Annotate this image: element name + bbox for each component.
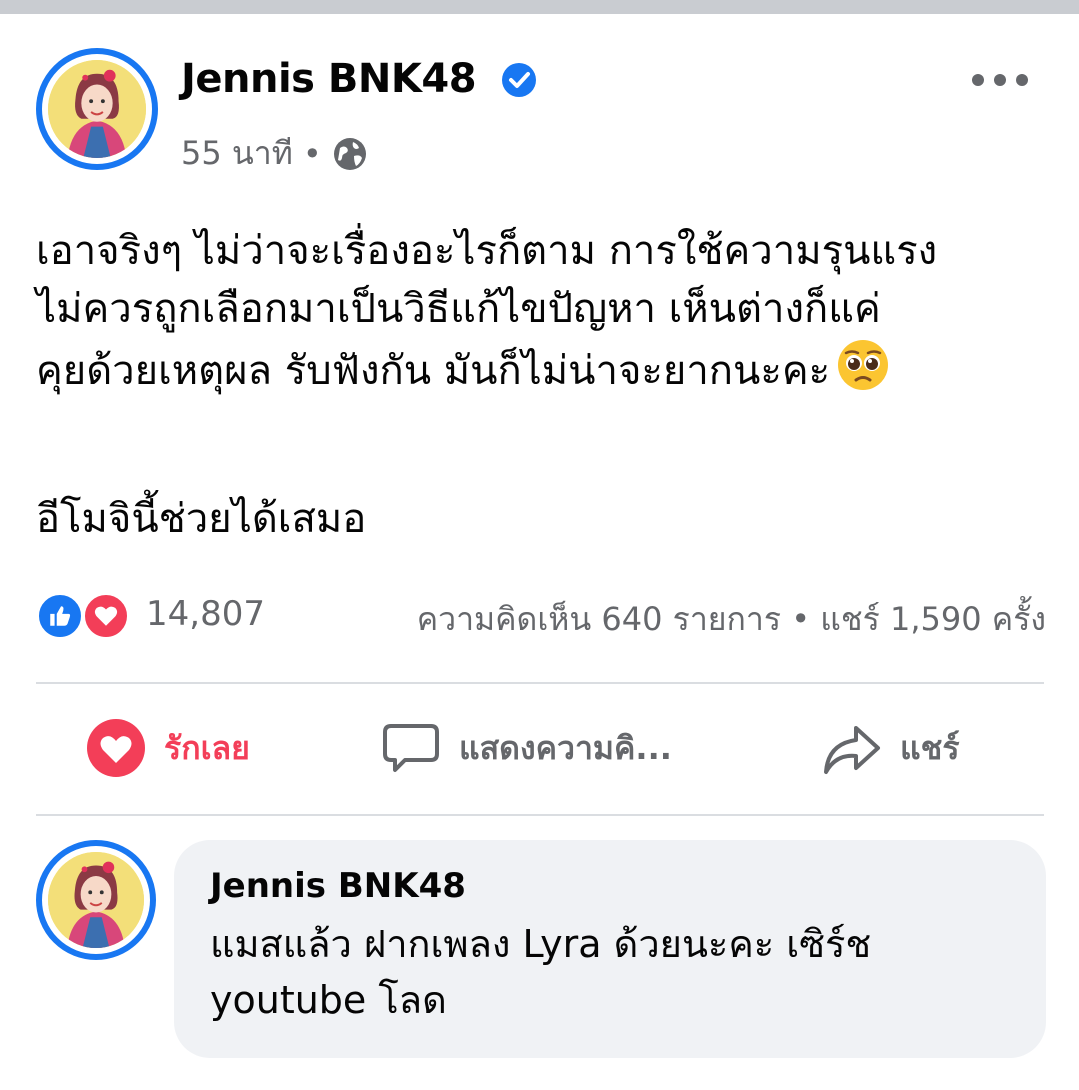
verified-badge-icon bbox=[502, 63, 536, 97]
comment-bubble[interactable]: Jennis BNK48 แมสแล้ว ฝากเพลง Lyra ด้วยนะ… bbox=[174, 840, 1046, 1058]
share-icon bbox=[824, 726, 880, 774]
comment-text: แมสแล้ว ฝากเพลง Lyra ด้วยนะคะ เซิร์ช you… bbox=[210, 922, 872, 1022]
pleading-face-emoji bbox=[838, 340, 889, 390]
love-reaction-icon bbox=[82, 592, 130, 640]
more-dot bbox=[994, 74, 1006, 86]
post-header: Jennis BNK48 55 นาที • bbox=[36, 48, 1046, 173]
comment-author[interactable]: Jennis BNK48 bbox=[210, 864, 1010, 908]
more-options-icon[interactable] bbox=[972, 68, 1028, 92]
post-text-2: อีโมจินี้ช่วยได้เสมอ bbox=[36, 496, 367, 542]
love-button[interactable]: รักเลย bbox=[86, 718, 250, 778]
share-button[interactable]: แชร์ bbox=[822, 718, 960, 778]
divider bbox=[36, 682, 1044, 684]
comment-label: แสดงความคิ... bbox=[459, 728, 672, 767]
action-bar: รักเลย แสดงความคิ... แชร์ bbox=[36, 700, 1046, 810]
post-meta: 55 นาที • bbox=[181, 128, 368, 179]
post-body: เอาจริงๆ ไม่ว่าจะเรื่องอะไรก็ตาม การใช้ค… bbox=[36, 222, 1056, 400]
post-text: เอาจริงๆ ไม่ว่าจะเรื่องอะไรก็ตาม การใช้ค… bbox=[36, 228, 938, 394]
comment-button[interactable]: แสดงความคิ... bbox=[381, 718, 672, 778]
more-dot bbox=[1016, 74, 1028, 86]
reactions-summary[interactable]: 14,807 ความคิดเห็น 640 รายการ • แชร์ 1,5… bbox=[36, 590, 1046, 646]
meta-separator: • bbox=[302, 134, 322, 173]
post-timestamp[interactable]: 55 นาที bbox=[181, 128, 293, 179]
comment-item: Jennis BNK48 แมสแล้ว ฝากเพลง Lyra ด้วยนะ… bbox=[36, 840, 1046, 1060]
avatar-image bbox=[48, 60, 146, 158]
more-dot bbox=[972, 74, 984, 86]
globe-icon[interactable] bbox=[332, 136, 368, 172]
commenter-avatar[interactable] bbox=[36, 840, 156, 960]
avatar-image bbox=[48, 852, 144, 948]
comments-shares-count[interactable]: ความคิดเห็น 640 รายการ • แชร์ 1,590 ครั้… bbox=[417, 594, 1046, 645]
reaction-count[interactable]: 14,807 bbox=[146, 594, 265, 634]
author-avatar[interactable] bbox=[36, 48, 158, 170]
share-label: แชร์ bbox=[900, 728, 960, 767]
comment-icon bbox=[383, 724, 439, 772]
like-reaction-icon bbox=[36, 592, 84, 640]
top-strip bbox=[0, 0, 1079, 14]
divider bbox=[36, 814, 1044, 816]
author-name[interactable]: Jennis BNK48 bbox=[181, 56, 477, 102]
love-icon bbox=[87, 719, 145, 777]
love-label: รักเลย bbox=[164, 728, 250, 767]
